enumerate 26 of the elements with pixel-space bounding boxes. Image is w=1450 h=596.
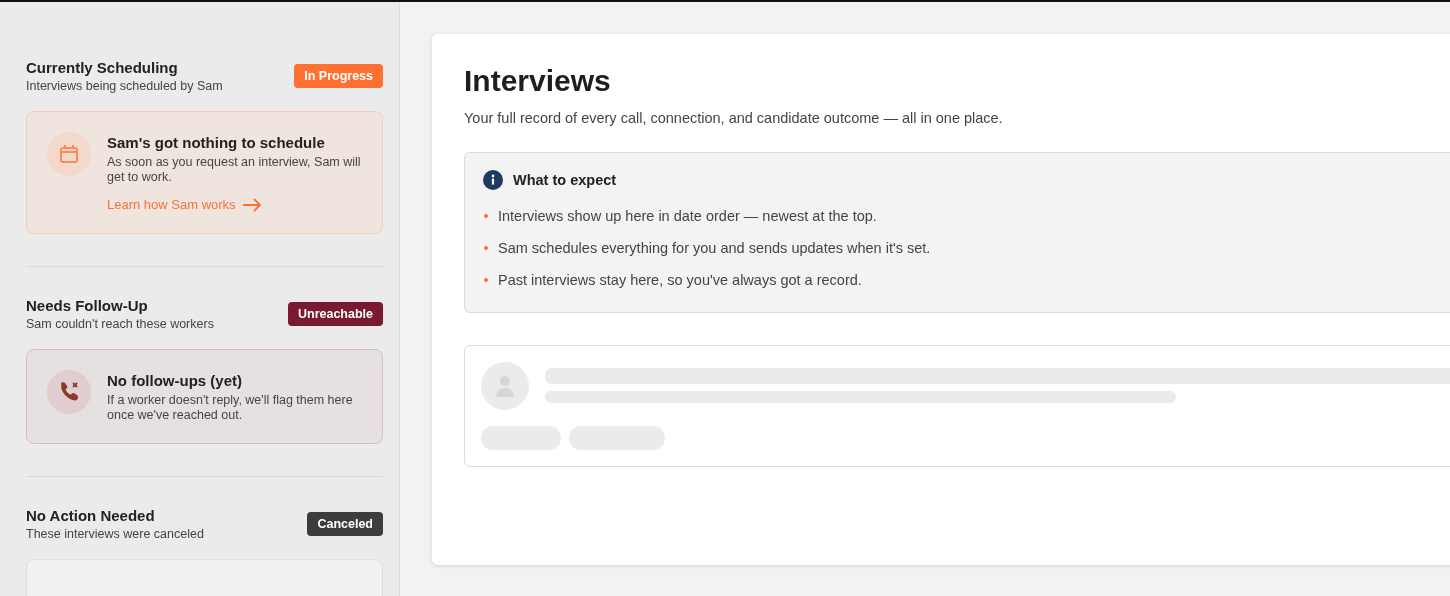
section-title: No Action Needed (26, 507, 156, 524)
empty-state-title: No follow-ups (yet) (107, 372, 243, 389)
bullet-icon (484, 246, 488, 250)
section-subtitle: Sam couldn't reach these workers (26, 317, 214, 331)
info-item: Past interviews stay here, so you've always got a record. (498, 272, 862, 288)
section-subtitle: These interviews were canceled (26, 527, 204, 541)
page-title: Interviews (464, 64, 612, 98)
info-item: Sam schedules everything for you and sends updates when it's set. (498, 240, 931, 256)
empty-state-text: If a worker doesn't reply, we'll flag them here once we've reached out. (107, 393, 354, 423)
empty-state-text: As soon as you request an interview, Sam will get to work. (107, 155, 362, 185)
calendar-icon (58, 143, 80, 165)
info-item: Interviews show up here in date order — newest at the top. (498, 208, 877, 224)
bullet-icon (484, 214, 488, 218)
info-icon (483, 170, 503, 190)
page-subtitle: Your full record of every call, connection, and candidate outcome — all in one place. (464, 110, 1004, 126)
status-badge: In Progress (294, 64, 383, 88)
status-badge: Unreachable (287, 302, 383, 326)
arrow-right-icon (241, 197, 262, 212)
section-subtitle: Interviews being scheduled by Sam (26, 79, 223, 93)
section-title: Currently Scheduling (26, 59, 179, 76)
learn-more-link[interactable]: Learn how Sam works (107, 197, 262, 212)
bullet-icon (484, 278, 488, 282)
info-title: What to expect (513, 172, 617, 188)
section-title: Needs Follow-Up (26, 297, 149, 314)
status-badge: Canceled (307, 512, 383, 536)
empty-state-title: Sam's got nothing to schedule (107, 134, 326, 151)
